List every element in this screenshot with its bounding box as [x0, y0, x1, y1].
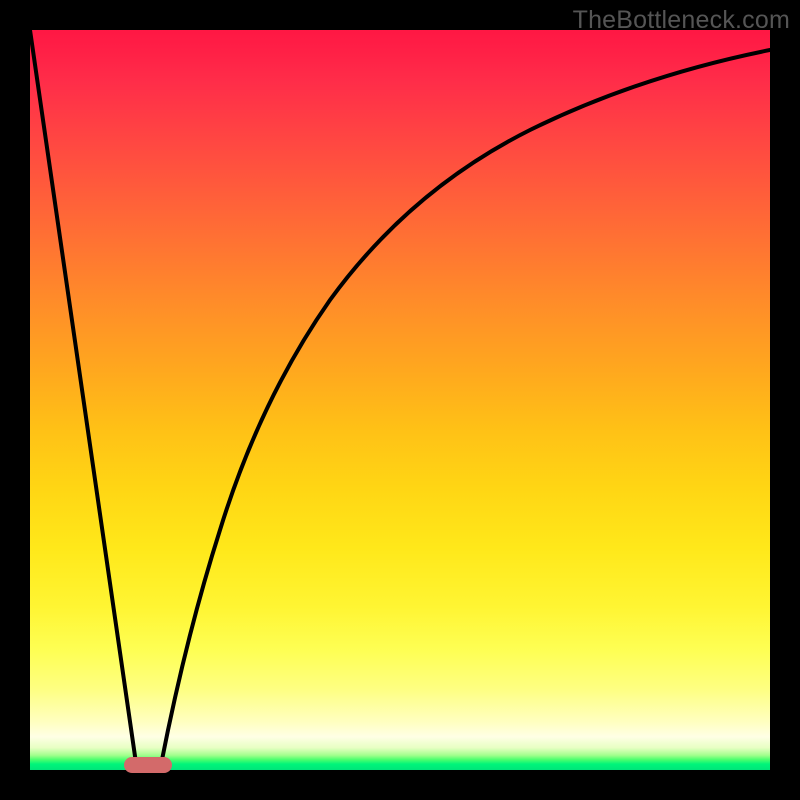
bottleneck-marker — [124, 757, 172, 773]
right-branch-curve — [160, 50, 770, 770]
chart-curves — [30, 30, 770, 770]
watermark-text: TheBottleneck.com — [573, 6, 790, 35]
left-branch-curve — [30, 30, 137, 770]
chart-frame: TheBottleneck.com — [0, 0, 800, 800]
plot-area — [30, 30, 770, 770]
